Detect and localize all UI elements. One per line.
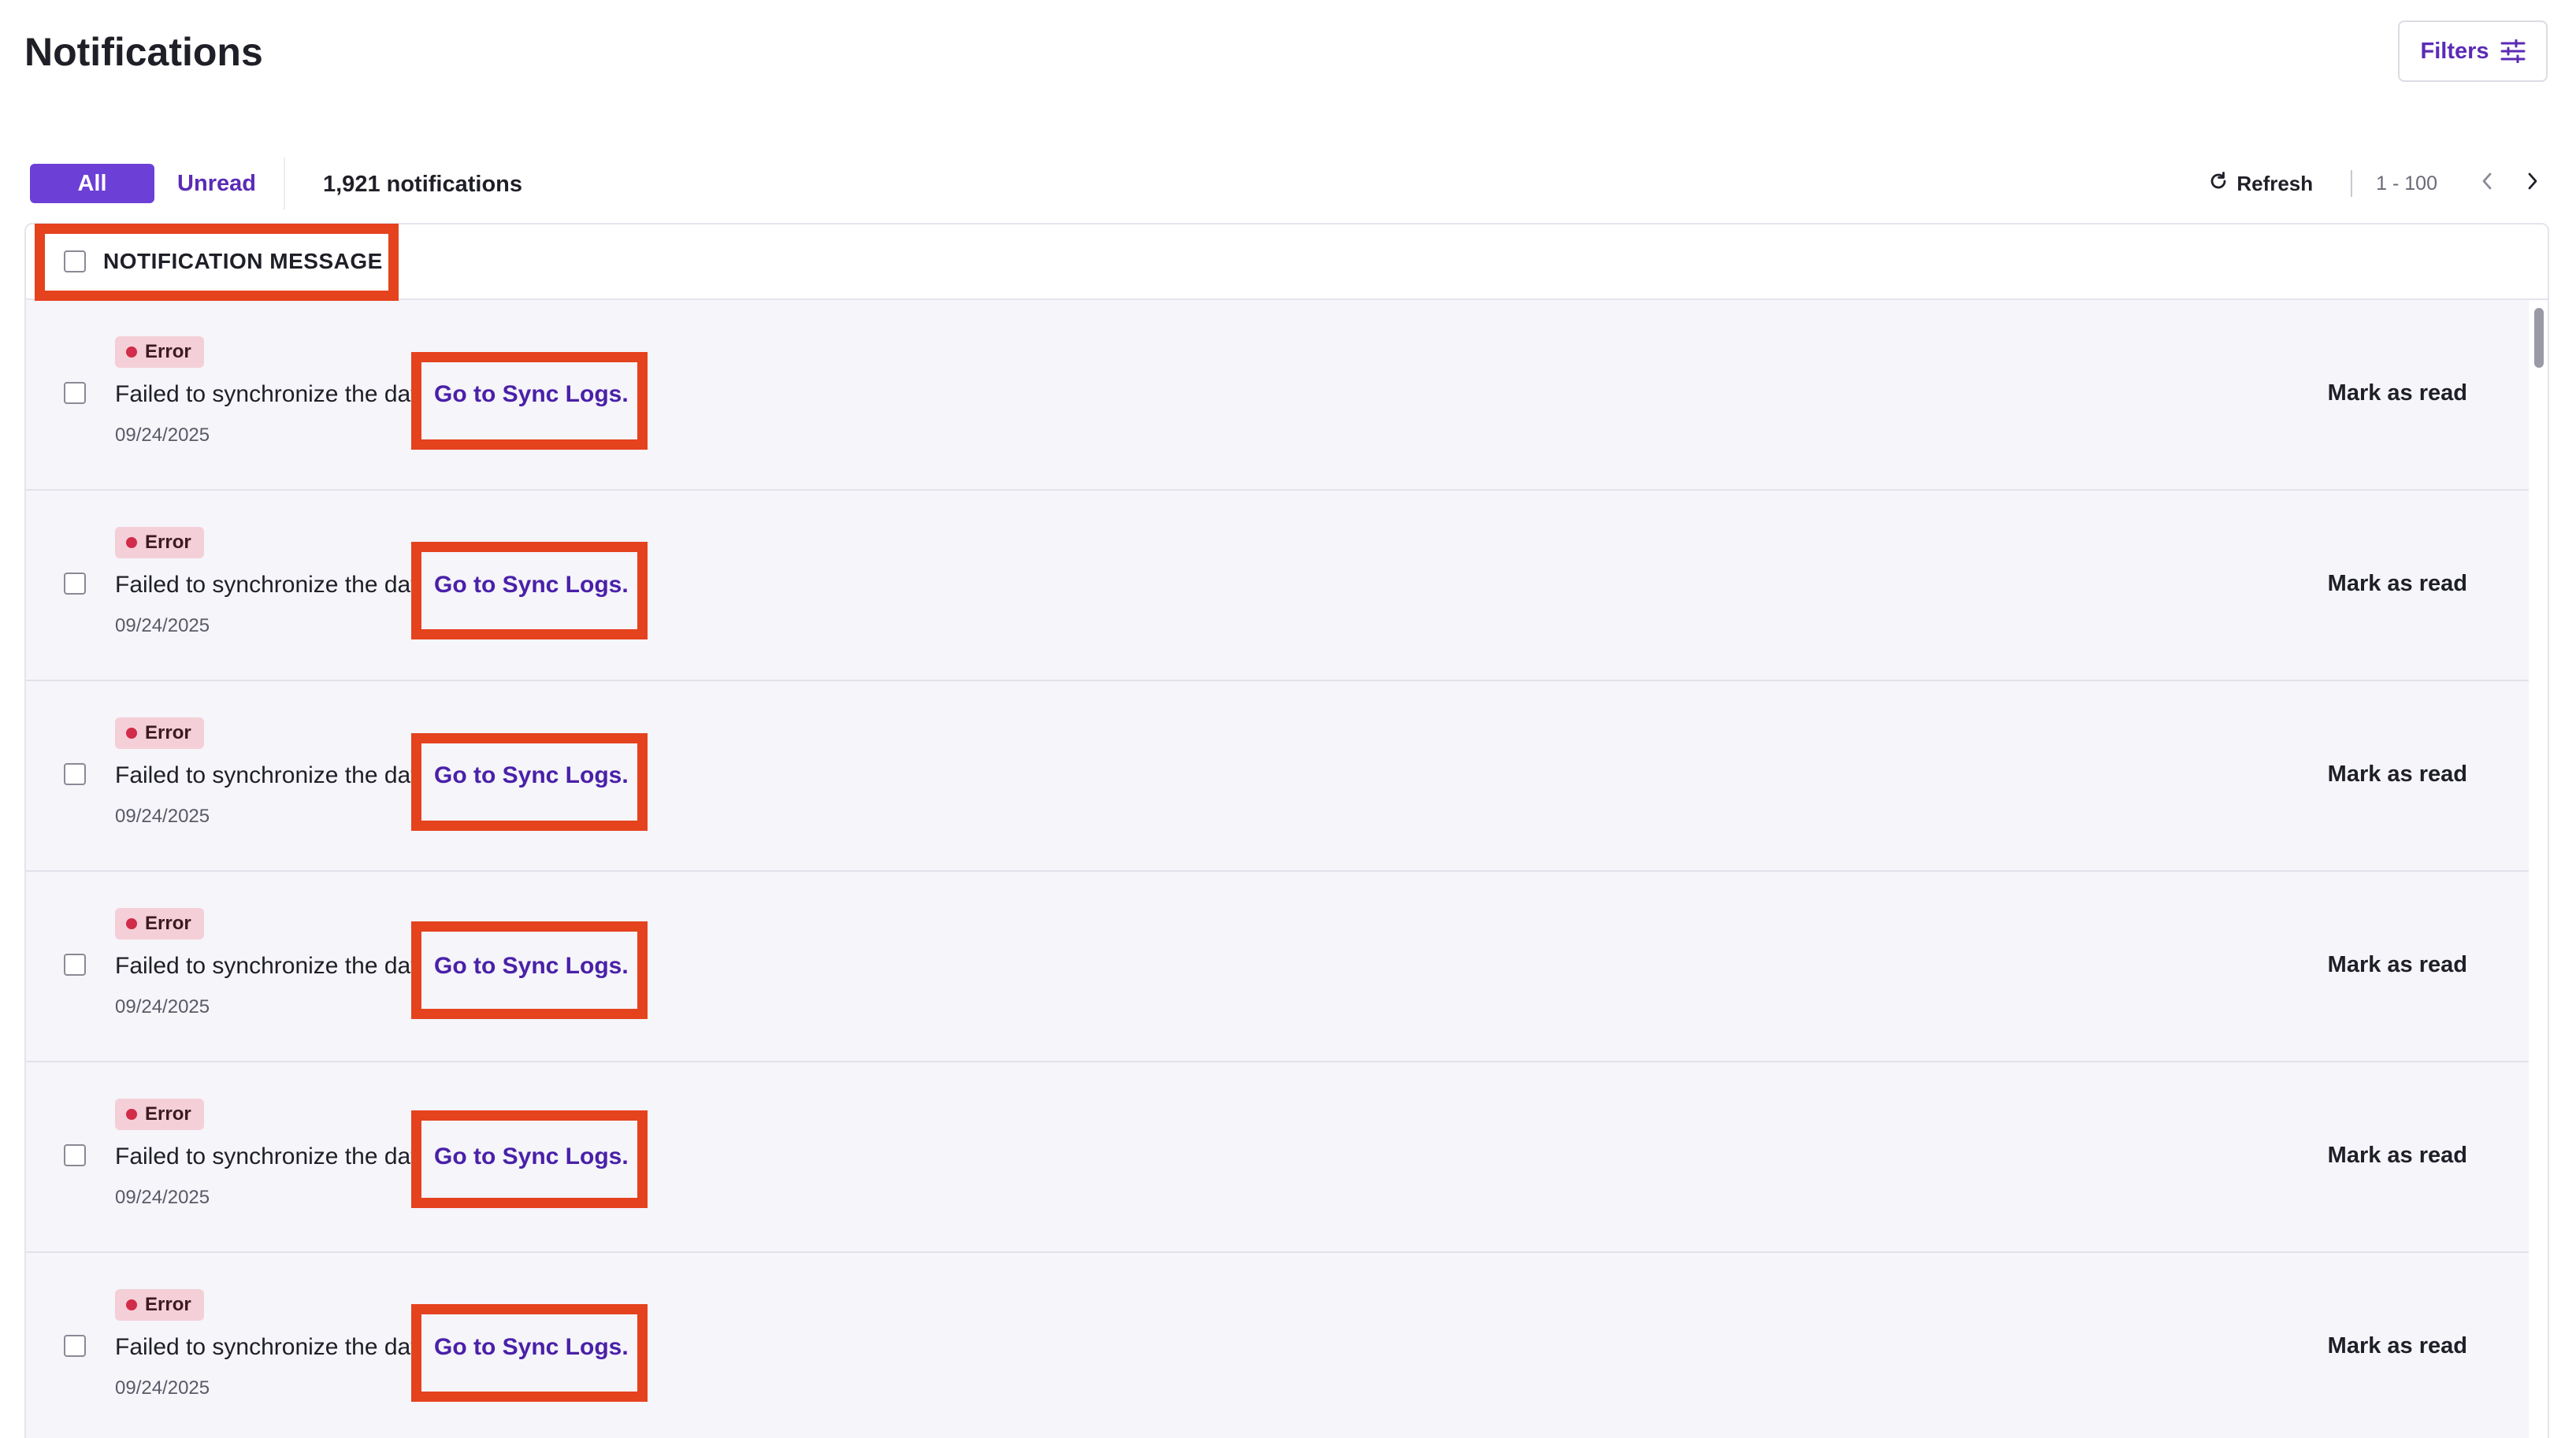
error-badge: Error (115, 336, 204, 368)
list-toolbar: Refresh 1 - 100 (2208, 164, 2544, 203)
notification-date: 09/24/2025 (115, 996, 210, 1017)
table-header: NOTIFICATION MESSAGE (26, 224, 2548, 300)
refresh-icon (2208, 171, 2229, 197)
mark-as-read-button[interactable]: Mark as read (2328, 1329, 2467, 1363)
sync-logs-link[interactable]: Go to Sync Logs. (434, 1330, 629, 1365)
notification-message: Failed to synchronize the data (115, 1334, 414, 1360)
error-dot-icon (126, 918, 137, 929)
notification-date: 09/24/2025 (115, 806, 210, 827)
mark-as-read-button[interactable]: Mark as read (2328, 376, 2467, 410)
sync-logs-link[interactable]: Go to Sync Logs. (434, 568, 629, 602)
notifications-table: NOTIFICATION MESSAGE Error Failed to syn… (24, 223, 2549, 1438)
select-all-checkbox[interactable] (64, 250, 86, 272)
previous-page-button[interactable] (2475, 168, 2499, 199)
notification-message: Failed to synchronize the data (115, 762, 414, 788)
notifications-page: Notifications Filters All Unread 1,921 n… (0, 0, 2576, 1438)
page-title: Notifications (24, 30, 263, 74)
notification-message: Failed to synchronize the data (115, 381, 414, 407)
notification-date: 09/24/2025 (115, 424, 210, 446)
notification-rows: Error Failed to synchronize the data Go … (26, 300, 2529, 1438)
error-dot-icon (126, 1109, 137, 1120)
error-dot-icon (126, 347, 137, 358)
notification-count: 1,921 notifications (323, 172, 523, 197)
notification-message: Failed to synchronize the data (115, 1143, 414, 1169)
sync-logs-link[interactable]: Go to Sync Logs. (434, 1140, 629, 1174)
notification-date: 09/24/2025 (115, 615, 210, 636)
badge-label: Error (145, 341, 191, 362)
refresh-button[interactable]: Refresh (2208, 171, 2313, 197)
tab-all[interactable]: All (30, 164, 154, 203)
refresh-label: Refresh (2236, 171, 2314, 195)
sync-logs-link[interactable]: Go to Sync Logs. (434, 949, 629, 984)
error-badge: Error (115, 717, 204, 749)
scrollbar-thumb[interactable] (2534, 308, 2544, 368)
error-dot-icon (126, 537, 137, 548)
row-checkbox[interactable] (64, 1144, 86, 1166)
sync-logs-link[interactable]: Go to Sync Logs. (434, 758, 629, 793)
badge-label: Error (145, 913, 191, 934)
notification-row: Error Failed to synchronize the data Go … (26, 1253, 2529, 1438)
filters-label: Filters (2420, 38, 2489, 64)
badge-label: Error (145, 532, 191, 553)
view-tabs: All Unread (30, 158, 285, 209)
column-header-notification-message: NOTIFICATION MESSAGE (103, 249, 383, 273)
row-checkbox[interactable] (64, 382, 86, 404)
filters-button[interactable]: Filters (2398, 20, 2548, 82)
notification-row: Error Failed to synchronize the data Go … (26, 300, 2529, 491)
notification-date: 09/24/2025 (115, 1377, 210, 1399)
row-checkbox[interactable] (64, 1335, 86, 1357)
error-badge: Error (115, 1289, 204, 1321)
next-page-button[interactable] (2521, 168, 2544, 199)
mark-as-read-button[interactable]: Mark as read (2328, 566, 2467, 601)
error-dot-icon (126, 1299, 137, 1310)
error-badge: Error (115, 527, 204, 558)
sliders-icon (2500, 39, 2526, 63)
sync-logs-link[interactable]: Go to Sync Logs. (434, 377, 629, 412)
error-dot-icon (126, 728, 137, 739)
notification-row: Error Failed to synchronize the data Go … (26, 1062, 2529, 1253)
badge-label: Error (145, 1103, 191, 1125)
mark-as-read-button[interactable]: Mark as read (2328, 947, 2467, 982)
error-badge: Error (115, 908, 204, 940)
row-checkbox[interactable] (64, 954, 86, 976)
notification-message: Failed to synchronize the data (115, 572, 414, 598)
notification-row: Error Failed to synchronize the data Go … (26, 872, 2529, 1062)
mark-as-read-button[interactable]: Mark as read (2328, 1138, 2467, 1173)
badge-label: Error (145, 1294, 191, 1315)
tab-unread[interactable]: Unread (154, 164, 279, 203)
mark-as-read-button[interactable]: Mark as read (2328, 757, 2467, 791)
page-range: 1 - 100 (2376, 172, 2437, 195)
badge-label: Error (145, 722, 191, 743)
toolbar-divider (2351, 170, 2353, 197)
error-badge: Error (115, 1099, 204, 1130)
row-checkbox[interactable] (64, 573, 86, 595)
notification-row: Error Failed to synchronize the data Go … (26, 681, 2529, 872)
notification-row: Error Failed to synchronize the data Go … (26, 491, 2529, 681)
notification-message: Failed to synchronize the data (115, 953, 414, 979)
chevron-right-icon (2526, 171, 2540, 197)
chevron-left-icon (2480, 171, 2494, 197)
notification-date: 09/24/2025 (115, 1187, 210, 1208)
table-scrollbar[interactable] (2529, 300, 2548, 1438)
row-checkbox[interactable] (64, 763, 86, 785)
